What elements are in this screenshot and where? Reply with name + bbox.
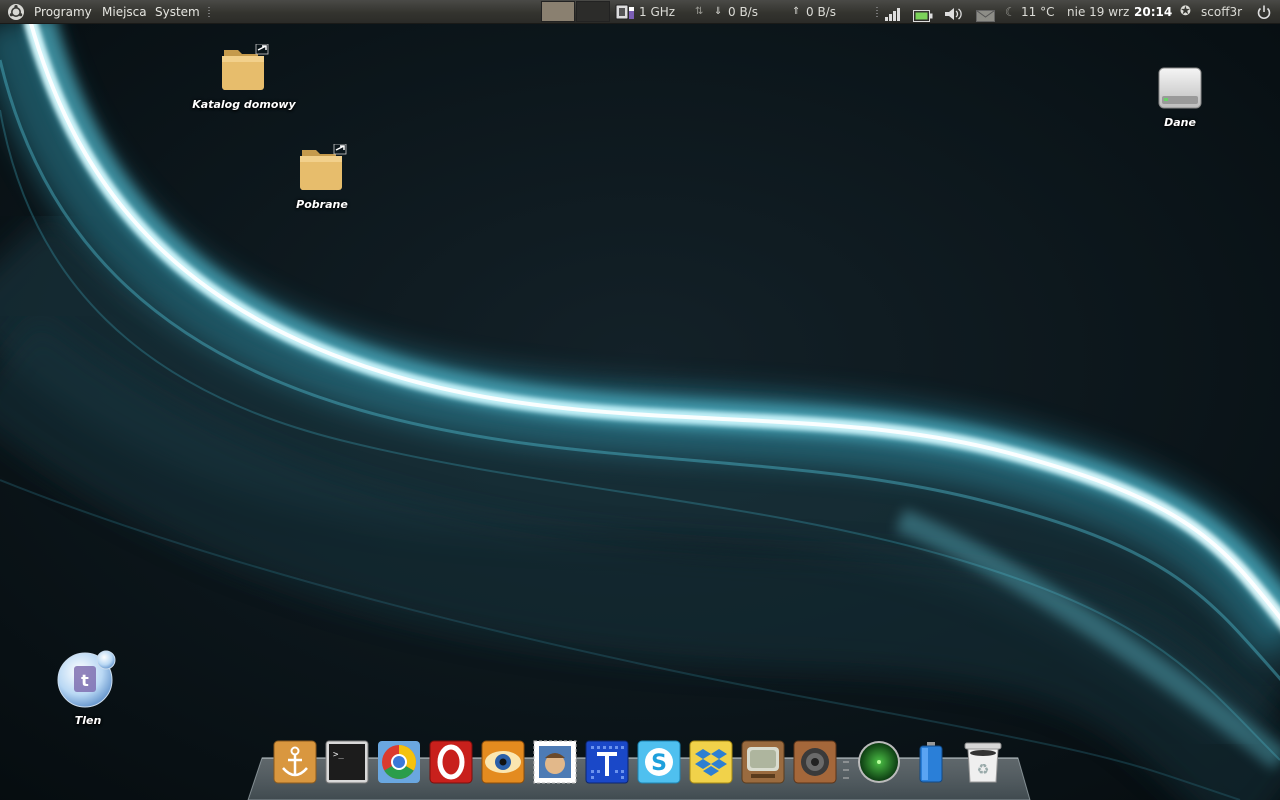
download-arrow-icon: ⇓: [714, 6, 723, 17]
svg-text:t: t: [81, 671, 89, 690]
dock-battery-icon[interactable]: [909, 740, 953, 784]
mail-icon[interactable]: [976, 6, 995, 22]
panel-separator: [208, 7, 210, 17]
dock-chrome-icon[interactable]: [377, 740, 421, 784]
dock-eye-icon[interactable]: [481, 740, 525, 784]
dock-skype-icon[interactable]: S: [637, 740, 681, 784]
menu-programy[interactable]: Programy: [34, 0, 92, 24]
user-name[interactable]: scoff3r: [1201, 0, 1242, 24]
desktop-icon-dane[interactable]: Dane: [1120, 66, 1240, 129]
dock-trash-icon[interactable]: ♻: [961, 740, 1005, 784]
dock-stamp-icon[interactable]: [533, 740, 577, 784]
dock-radar-icon[interactable]: [857, 740, 901, 784]
top-panel: Programy Miejsca System 1 GHz ⇅ ⇓ 0 B/s …: [0, 0, 1280, 24]
desktop-icon-label: Pobrane: [296, 198, 348, 211]
dock-grid-icon[interactable]: [585, 740, 629, 784]
svg-text:♻: ♻: [977, 762, 990, 778]
clock-time[interactable]: 20:14: [1134, 0, 1172, 24]
power-icon[interactable]: [1256, 4, 1272, 20]
volume-icon[interactable]: [944, 5, 964, 20]
svg-text:S: S: [651, 751, 667, 776]
battery-icon[interactable]: [913, 6, 933, 22]
network-activity-icon: ⇅: [695, 6, 704, 17]
tlen-icon: t: [57, 650, 116, 708]
dock-tv-icon[interactable]: [741, 740, 785, 784]
menu-system[interactable]: System: [155, 0, 200, 24]
folder-icon: [300, 144, 347, 190]
workspace-2[interactable]: [576, 1, 610, 22]
desktop-icon-label: Tlen: [74, 714, 102, 727]
svg-text:>_: >_: [333, 750, 344, 760]
dock-dropbox-icon[interactable]: [689, 740, 733, 784]
desktop-icon-katalog-domowy[interactable]: Katalog domowy: [184, 44, 304, 111]
menu-miejsca[interactable]: Miejsca: [102, 0, 147, 24]
workspace-1[interactable]: [541, 1, 575, 22]
download-rate: 0 B/s: [728, 5, 758, 19]
signal-strength-icon[interactable]: [884, 5, 902, 21]
upload-arrow-icon: ⇑: [792, 6, 801, 17]
dock-terminal-icon[interactable]: >_: [325, 740, 369, 784]
drive-icon: [1158, 67, 1202, 109]
upload-rate: 0 B/s: [806, 5, 836, 19]
clock-date[interactable]: nie 19 wrz: [1067, 0, 1129, 24]
desktop-wallpaper: [0, 0, 1280, 800]
dock-anchor-icon[interactable]: [273, 740, 317, 784]
cpu-frequency: 1 GHz: [639, 5, 676, 19]
dock-opera-icon[interactable]: [429, 740, 473, 784]
weather-moon-icon[interactable]: ☾: [1005, 0, 1016, 24]
panel-separator: [876, 7, 878, 17]
desktop-icon-label: Dane: [1164, 116, 1196, 129]
desktop-icon-tlen[interactable]: t Tlen: [28, 648, 148, 727]
temperature[interactable]: 11 °C: [1021, 0, 1054, 24]
ubuntu-logo-icon[interactable]: [7, 3, 25, 21]
user-status-icon[interactable]: ✪: [1180, 0, 1191, 24]
dock-speaker-icon[interactable]: [793, 740, 837, 784]
cpu-chip-icon: [614, 3, 636, 21]
desktop-icon-label: Katalog domowy: [192, 98, 296, 111]
folder-icon: [222, 44, 269, 90]
desktop-icon-pobrane[interactable]: Pobrane: [262, 144, 382, 211]
dock-separator: [836, 740, 850, 784]
